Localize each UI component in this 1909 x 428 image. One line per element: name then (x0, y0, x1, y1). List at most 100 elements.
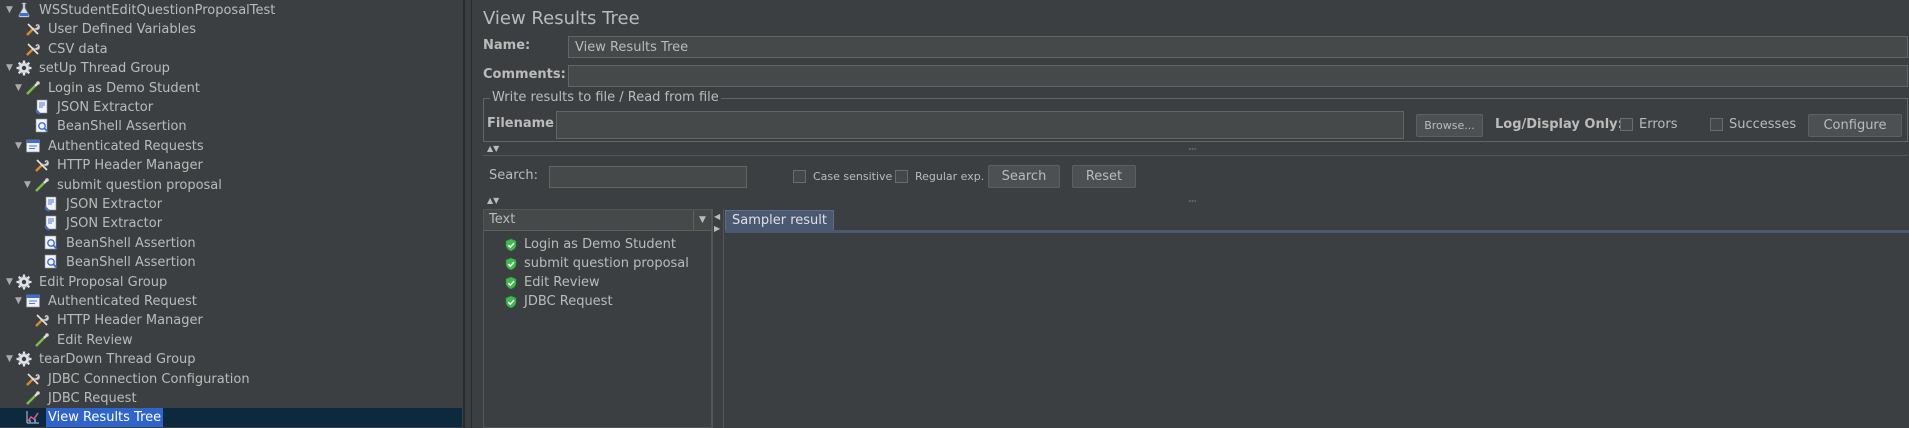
result-item[interactable]: submit question proposal (504, 254, 689, 273)
search-input[interactable] (549, 166, 747, 188)
tree-item[interactable]: Edit Review (24, 331, 135, 350)
successes-checkbox[interactable] (1710, 118, 1723, 131)
case-sensitive-checkbox[interactable] (793, 170, 806, 183)
search-button[interactable]: Search (988, 165, 1060, 188)
errors-checkbox[interactable] (1620, 118, 1633, 131)
pipette-icon (34, 177, 52, 194)
test-plan-tree[interactable]: ▼ WSStudentEditQuestionProposalTest User D… (0, 0, 464, 428)
gear-icon (16, 351, 34, 368)
tree-item[interactable]: HTTP Header Manager (24, 156, 205, 175)
tab-underline (725, 230, 1909, 233)
tree-item[interactable]: ▼ Authenticated Requests (15, 137, 206, 156)
arrow-right-icon[interactable]: ▶ (714, 224, 720, 233)
tree-item[interactable]: JSON Extractor (33, 195, 164, 214)
reset-button[interactable]: Reset (1072, 165, 1136, 188)
configure-button[interactable]: Configure (1808, 114, 1902, 137)
collapse-arrows-icon[interactable]: ▲▼ (487, 144, 499, 153)
regex-checkbox[interactable] (895, 170, 908, 183)
tree-item-label: BeanShell Assertion (66, 255, 196, 271)
tree-item[interactable]: ▼ WSStudentEditQuestionProposalTest (6, 1, 277, 20)
case-sensitive-label: Case sensitive (813, 170, 893, 183)
renderer-select[interactable]: Text ▼ (484, 210, 711, 231)
result-item-label: submit question proposal (524, 256, 689, 271)
success-shield-icon (504, 257, 518, 271)
expand-toggle-icon[interactable]: ▼ (6, 59, 16, 78)
result-item[interactable]: Login as Demo Student (504, 235, 676, 254)
filename-input[interactable] (556, 111, 1404, 139)
tree-item[interactable]: JDBC Request (15, 389, 139, 408)
pipette-icon (25, 390, 43, 407)
assertion-icon (34, 118, 52, 135)
result-item[interactable]: Edit Review (504, 273, 600, 292)
regex-label: Regular exp. (915, 170, 985, 183)
tree-item[interactable]: CSV data (15, 40, 110, 59)
expand-toggle-icon[interactable]: ▼ (15, 292, 25, 311)
tree-item-label: JSON Extractor (66, 197, 163, 212)
tree-item[interactable]: ▼ Edit Proposal Group (6, 273, 169, 292)
name-label: Name: (483, 38, 531, 53)
browse-button[interactable]: Browse... (1416, 114, 1483, 137)
tree-item-label: HTTP Header Manager (57, 313, 203, 329)
result-item-label: Edit Review (524, 275, 600, 290)
expand-toggle-icon[interactable]: ▼ (15, 79, 25, 98)
expand-toggle-icon[interactable]: ▼ (15, 137, 25, 156)
pipette-icon (25, 80, 43, 97)
tree-item[interactable]: ▼ submit question proposal (24, 176, 224, 195)
tree-item[interactable]: ▼ Login as Demo Student (15, 79, 202, 98)
assertion-icon (43, 254, 61, 271)
expand-toggle-icon[interactable]: ▼ (6, 1, 16, 20)
expand-toggle-icon[interactable]: ▼ (6, 273, 16, 292)
tab-sampler-result[interactable]: Sampler result (725, 210, 834, 230)
expand-toggle-icon[interactable]: ▼ (24, 176, 34, 195)
results-splitter[interactable]: ◀ ▶ (712, 209, 724, 428)
success-shield-icon (504, 295, 518, 309)
tree-item[interactable]: ▼ setUp Thread Group (6, 59, 172, 78)
name-input[interactable] (568, 36, 1908, 58)
tree-item[interactable]: BeanShell Assertion (33, 234, 198, 253)
tree-item[interactable]: JDBC Connection Configuration (15, 370, 252, 389)
tree-item[interactable]: ▼ tearDown Thread Group (6, 350, 198, 369)
expand-toggle-icon[interactable]: ▼ (6, 350, 16, 369)
tree-item[interactable]: JSON Extractor (24, 98, 155, 117)
tree-item[interactable]: User Defined Variables (15, 20, 198, 39)
search-label: Search: (489, 168, 539, 183)
grip-icon[interactable]: ····· (1188, 145, 1197, 154)
tree-item[interactable]: HTTP Header Manager (24, 311, 205, 330)
tree-item[interactable]: ▼ Authenticated Request (15, 292, 199, 311)
tree-item-label: View Results Tree (46, 408, 164, 428)
tree-item-label: setUp Thread Group (39, 61, 170, 77)
comments-input[interactable] (568, 65, 1908, 87)
tree-item-label: Authenticated Requests (48, 138, 204, 154)
tree-item-label: Edit Review (57, 332, 133, 348)
main-splitter[interactable] (464, 0, 472, 428)
tree-item-label: BeanShell Assertion (66, 235, 196, 251)
sampler-result-panel (725, 235, 1909, 428)
result-item-label: Login as Demo Student (524, 237, 677, 252)
tree-item[interactable]: BeanShell Assertion (33, 253, 198, 272)
file-group: Write results to file / Read from file F… (483, 90, 1908, 142)
arrow-left-icon[interactable]: ◀ (714, 212, 720, 221)
tree-item-label: Authenticated Request (48, 294, 197, 309)
successes-label: Successes (1729, 117, 1797, 132)
success-shield-icon (504, 238, 518, 252)
top-divider (483, 155, 1908, 156)
chevron-down-icon[interactable]: ▼ (693, 210, 711, 230)
collapse-arrows-icon-2[interactable]: ▲▼ (487, 196, 499, 205)
tree-item-label: JDBC Connection Configuration (48, 371, 250, 387)
pipette-icon (34, 332, 52, 349)
tree-item-label: JDBC Request (48, 391, 137, 406)
comments-label: Comments: (483, 67, 566, 82)
tree-item-label: tearDown Thread Group (39, 352, 196, 368)
tree-item-label: HTTP Header Manager (57, 158, 203, 174)
tree-item-label: Login as Demo Student (48, 80, 201, 96)
tree-item[interactable]: View Results Tree (15, 408, 164, 428)
controller-icon (25, 138, 43, 155)
result-item[interactable]: JDBC Request (504, 292, 613, 311)
grip-icon-2[interactable]: ····· (1188, 197, 1197, 206)
result-list[interactable]: Text ▼ Login as Demo Student submit quest… (483, 209, 712, 428)
tree-item[interactable]: BeanShell Assertion (24, 117, 189, 136)
tree-item[interactable]: JSON Extractor (33, 214, 164, 233)
gear-icon (16, 60, 34, 77)
tree-item-label: JSON Extractor (66, 216, 163, 232)
file-group-legend: Write results to file / Read from file (490, 90, 721, 105)
